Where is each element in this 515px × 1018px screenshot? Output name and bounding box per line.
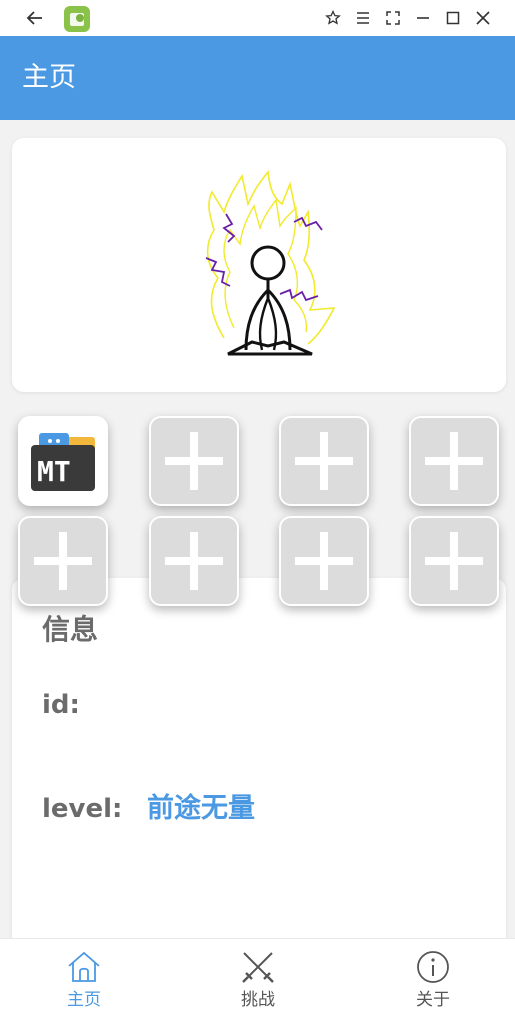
plus-icon — [295, 532, 353, 590]
close-icon — [476, 11, 490, 25]
pin-button[interactable] — [318, 0, 348, 36]
level-label: level: — [42, 794, 123, 824]
nav-label-home: 主页 — [67, 990, 101, 1010]
nav-label-challenge: 挑战 — [241, 990, 275, 1010]
stick-figure-meditating-aura-icon — [205, 169, 336, 356]
tile-add[interactable] — [18, 516, 108, 606]
nav-item-home[interactable]: 主页 — [24, 939, 144, 1018]
plus-icon — [165, 432, 223, 490]
tile-app-mt[interactable]: MT — [18, 416, 108, 506]
plus-icon — [34, 532, 92, 590]
nav-item-about[interactable]: 关于 — [373, 939, 493, 1018]
crossed-swords-icon — [242, 952, 274, 983]
maximize-button[interactable] — [438, 0, 468, 36]
android-app-icon — [64, 6, 90, 32]
menu-button[interactable] — [348, 0, 378, 36]
minimize-button[interactable] — [408, 0, 438, 36]
plus-icon — [425, 432, 483, 490]
fullscreen-icon — [386, 11, 400, 25]
pin-icon — [325, 10, 341, 25]
arrow-left-icon — [26, 11, 42, 25]
info-icon — [417, 951, 449, 983]
close-button[interactable] — [468, 0, 498, 36]
maximize-icon — [446, 11, 460, 25]
mt-manager-icon: MT — [31, 433, 95, 491]
tile-add[interactable] — [149, 416, 239, 506]
id-label: id: — [42, 690, 80, 720]
nav-item-challenge[interactable]: 挑战 — [198, 939, 318, 1018]
window-titlebar — [0, 0, 515, 36]
back-button[interactable] — [20, 0, 50, 36]
home-icon — [68, 951, 100, 982]
page-title: 主页 — [22, 62, 76, 93]
hero-card — [12, 138, 506, 392]
nav-label-about: 关于 — [416, 990, 450, 1010]
menu-icon — [357, 12, 369, 24]
svg-text:MT: MT — [37, 455, 71, 488]
plus-icon — [425, 532, 483, 590]
app-bar: 主页 — [0, 36, 515, 120]
tile-add[interactable] — [409, 416, 499, 506]
tile-add[interactable] — [409, 516, 499, 606]
fullscreen-button[interactable] — [378, 0, 408, 36]
tile-add[interactable] — [279, 416, 369, 506]
plus-icon — [295, 432, 353, 490]
tile-add[interactable] — [149, 516, 239, 606]
info-title: 信息 — [42, 613, 99, 646]
plus-icon — [165, 532, 223, 590]
minimize-icon — [417, 17, 429, 19]
bottom-nav: 主页 挑战 关于 — [0, 938, 515, 1018]
tile-add[interactable] — [279, 516, 369, 606]
level-value: 前途无量 — [147, 793, 255, 824]
